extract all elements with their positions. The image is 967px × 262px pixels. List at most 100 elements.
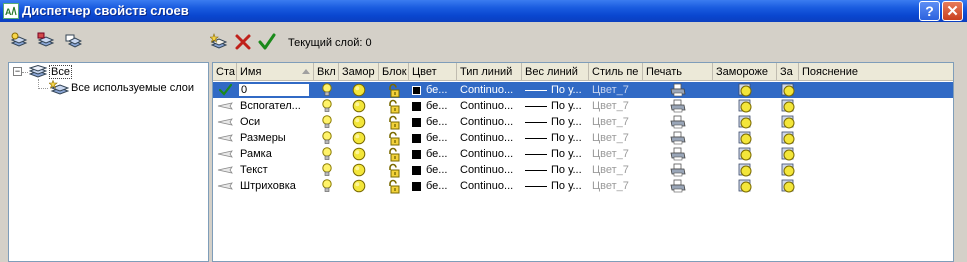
layer-new-vp-freeze-icon[interactable]: [777, 130, 799, 146]
layer-on-bulb-icon[interactable]: [314, 146, 339, 162]
layer-color[interactable]: бе...: [409, 98, 457, 114]
layer-vp-freeze-icon[interactable]: [713, 82, 777, 98]
layer-unlocked-icon[interactable]: [379, 98, 409, 114]
layer-thaw-sun-icon[interactable]: [339, 82, 379, 98]
layer-unlocked-icon[interactable]: [379, 82, 409, 98]
title-bar[interactable]: A Диспетчер свойств слоев ? ✕: [0, 0, 967, 22]
layer-thaw-sun-icon[interactable]: [339, 98, 379, 114]
layer-thaw-sun-icon[interactable]: [339, 114, 379, 130]
layer-states-manager-icon[interactable]: [64, 32, 82, 50]
layer-on-bulb-icon[interactable]: [314, 114, 339, 130]
layer-color[interactable]: бе...: [409, 130, 457, 146]
layer-thaw-sun-icon[interactable]: [339, 130, 379, 146]
layer-description[interactable]: [799, 130, 953, 146]
layer-lineweight[interactable]: По у...: [522, 98, 589, 114]
layer-status-icon[interactable]: [213, 162, 237, 178]
layer-color[interactable]: бе...: [409, 114, 457, 130]
layer-linetype[interactable]: Continuo...: [457, 114, 522, 130]
layer-vp-freeze-icon[interactable]: [713, 114, 777, 130]
layer-new-vp-freeze-icon[interactable]: [777, 82, 799, 98]
tree-item-all[interactable]: Все: [29, 64, 72, 80]
close-button[interactable]: ✕: [942, 1, 963, 21]
layer-thaw-sun-icon[interactable]: [339, 162, 379, 178]
layer-row[interactable]: 0 бе... Continuo... По у... Цвет_7: [213, 82, 953, 98]
column-header-freeze[interactable]: Замор: [339, 63, 379, 81]
layer-lineweight[interactable]: По у...: [522, 82, 589, 98]
layer-color[interactable]: бе...: [409, 178, 457, 194]
layer-on-bulb-icon[interactable]: [314, 130, 339, 146]
layer-vp-freeze-icon[interactable]: [713, 98, 777, 114]
layer-linetype[interactable]: Continuo...: [457, 162, 522, 178]
column-header-plotstyle[interactable]: Стиль пе: [589, 63, 643, 81]
layer-description[interactable]: [799, 82, 953, 98]
layer-unlocked-icon[interactable]: [379, 162, 409, 178]
layer-lineweight[interactable]: По у...: [522, 162, 589, 178]
column-header-color[interactable]: Цвет: [409, 63, 457, 81]
layer-lineweight[interactable]: По у...: [522, 130, 589, 146]
layer-plot-printer-icon[interactable]: [643, 82, 713, 98]
layer-name[interactable]: Оси: [237, 114, 314, 130]
column-header-status[interactable]: Ста: [213, 63, 237, 81]
new-property-filter-icon[interactable]: [10, 32, 28, 50]
layer-lineweight[interactable]: По у...: [522, 178, 589, 194]
column-header-lock[interactable]: Блок: [379, 63, 409, 81]
column-header-newvpfreeze[interactable]: За: [777, 63, 799, 81]
new-layer-icon[interactable]: [210, 33, 228, 51]
layer-plot-printer-icon[interactable]: [643, 162, 713, 178]
layer-plot-printer-icon[interactable]: [643, 130, 713, 146]
layer-status-icon[interactable]: [213, 114, 237, 130]
layer-status-icon[interactable]: [213, 130, 237, 146]
layer-vp-freeze-icon[interactable]: [713, 178, 777, 194]
layer-description[interactable]: [799, 98, 953, 114]
layer-on-bulb-icon[interactable]: [314, 178, 339, 194]
layer-linetype[interactable]: Continuo...: [457, 130, 522, 146]
layer-plot-printer-icon[interactable]: [643, 146, 713, 162]
layer-description[interactable]: [799, 178, 953, 194]
layer-vp-freeze-icon[interactable]: [713, 130, 777, 146]
help-button[interactable]: ?: [919, 1, 940, 21]
vertical-scrollbar[interactable]: [954, 62, 967, 262]
layer-name[interactable]: Размеры: [237, 130, 314, 146]
column-header-vpfreeze[interactable]: Замороже: [713, 63, 777, 81]
layer-new-vp-freeze-icon[interactable]: [777, 162, 799, 178]
layer-status-icon[interactable]: [213, 178, 237, 194]
layer-thaw-sun-icon[interactable]: [339, 146, 379, 162]
layer-on-bulb-icon[interactable]: [314, 82, 339, 98]
column-header-name[interactable]: Имя: [237, 63, 314, 81]
layer-thaw-sun-icon[interactable]: [339, 178, 379, 194]
layer-unlocked-icon[interactable]: [379, 146, 409, 162]
layer-status-icon[interactable]: [213, 146, 237, 162]
layer-on-bulb-icon[interactable]: [314, 98, 339, 114]
set-current-icon[interactable]: [258, 33, 276, 51]
layer-new-vp-freeze-icon[interactable]: [777, 178, 799, 194]
layer-plot-printer-icon[interactable]: [643, 178, 713, 194]
layer-unlocked-icon[interactable]: [379, 130, 409, 146]
layer-on-bulb-icon[interactable]: [314, 162, 339, 178]
layer-linetype[interactable]: Continuo...: [457, 98, 522, 114]
column-header-lineweight[interactable]: Вес линий: [522, 63, 589, 81]
current-layer-check-icon[interactable]: [213, 82, 237, 98]
layer-name-edit-field[interactable]: 0: [238, 83, 310, 97]
layer-row[interactable]: Вспогател... бе... Continuo... По у... Цвет_…: [213, 98, 953, 114]
layer-row[interactable]: Текст бе... Continuo... По у... Цвет_7: [213, 162, 953, 178]
layer-lineweight[interactable]: По у...: [522, 114, 589, 130]
layer-name[interactable]: Текст: [237, 162, 314, 178]
layer-color[interactable]: бе...: [409, 162, 457, 178]
layer-lineweight[interactable]: По у...: [522, 146, 589, 162]
layer-vp-freeze-icon[interactable]: [713, 162, 777, 178]
tree-item-used-layers[interactable]: Все используемые слои: [49, 80, 194, 96]
new-group-filter-icon[interactable]: [37, 32, 55, 50]
layer-new-vp-freeze-icon[interactable]: [777, 146, 799, 162]
layer-linetype[interactable]: Continuo...: [457, 146, 522, 162]
layer-status-icon[interactable]: [213, 98, 237, 114]
layers-grid[interactable]: Ста Имя Вкл Замор Блок Цвет Тип линий Вес линий…: [212, 62, 954, 262]
layer-description[interactable]: [799, 162, 953, 178]
layer-name[interactable]: Вспогател...: [237, 98, 314, 114]
layer-new-vp-freeze-icon[interactable]: [777, 114, 799, 130]
layer-name[interactable]: Рамка: [237, 146, 314, 162]
column-header-on[interactable]: Вкл: [314, 63, 339, 81]
layer-vp-freeze-icon[interactable]: [713, 146, 777, 162]
layer-color[interactable]: бе...: [409, 146, 457, 162]
layer-row[interactable]: Штриховка бе... Continuo... По у... Цвет_7: [213, 178, 953, 194]
layer-description[interactable]: [799, 114, 953, 130]
